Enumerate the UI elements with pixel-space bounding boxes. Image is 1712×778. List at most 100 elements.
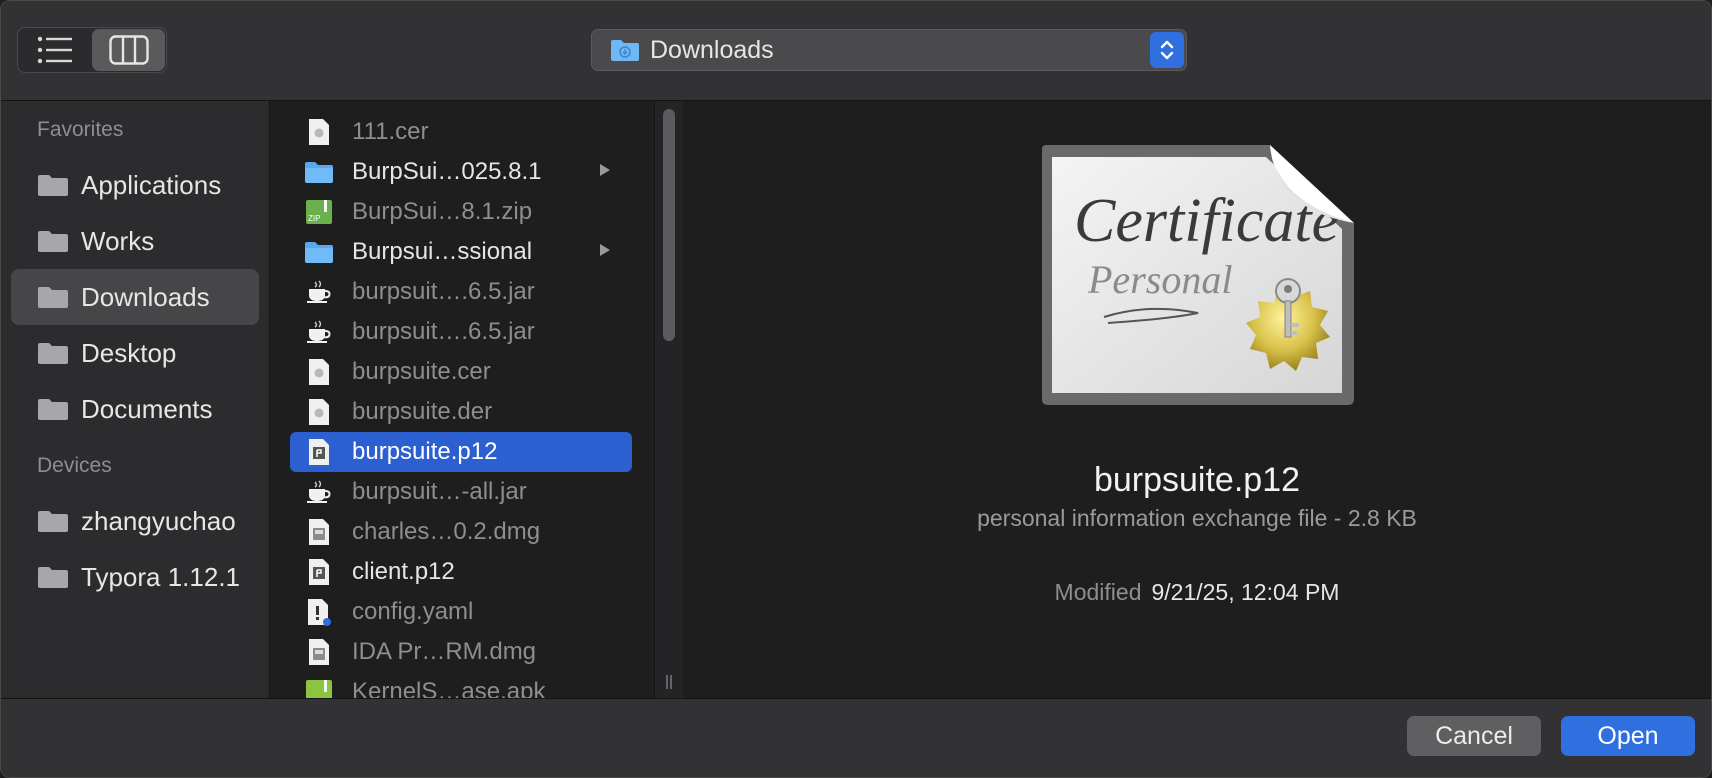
modified-label: Modified	[1054, 579, 1142, 605]
folder-icon	[38, 287, 68, 308]
file-name: burpsuite.der	[352, 398, 493, 425]
file-name: charles…0.2.dmg	[352, 518, 541, 545]
sidebar-item-label: Typora 1.12.1	[81, 561, 240, 592]
svg-text:ZIP: ZIP	[308, 214, 320, 223]
preview-pane: Certificate Personal burpsuite.p12 perso…	[683, 101, 1711, 698]
toolbar: Downloads	[1, 1, 1711, 101]
apk-file-icon	[306, 680, 332, 698]
folder-row[interactable]: Burpsui…ssional	[290, 232, 632, 272]
file-row[interactable]: config.yaml	[290, 592, 632, 632]
personal-word: Personal	[1087, 257, 1232, 302]
folder-icon	[38, 343, 68, 364]
p12-file-icon	[309, 439, 329, 465]
sidebar-item-downloads[interactable]: Downloads	[11, 269, 259, 325]
file-name: burpsuit…-all.jar	[352, 478, 527, 505]
modified-value: 9/21/25, 12:04 PM	[1151, 579, 1340, 605]
folder-icon	[305, 162, 333, 183]
cancel-button[interactable]: Cancel	[1407, 716, 1541, 756]
file-name: 111.cer	[352, 118, 429, 145]
file-name: burpsuite.cer	[352, 358, 491, 385]
location-name: Downloads	[650, 35, 774, 64]
file-row[interactable]: burpsuit….6.5.jar	[290, 272, 632, 312]
certificate-file-icon	[309, 359, 329, 385]
yaml-file-icon	[308, 599, 331, 626]
sidebar-item-label: zhangyuchao	[81, 505, 236, 536]
file-row[interactable]: ZIP BurpSui…8.1.zip	[290, 192, 632, 232]
location-stepper[interactable]	[1150, 32, 1184, 68]
sidebar-devices-header: Devices	[37, 454, 112, 477]
file-row-selected[interactable]: burpsuite.p12	[290, 432, 632, 472]
folder-icon	[305, 242, 333, 263]
file-name: burpsuit….6.5.jar	[352, 278, 535, 305]
file-name: BurpSui…8.1.zip	[352, 198, 533, 225]
sidebar: Favorites Applications Works Downloads D…	[1, 101, 270, 698]
file-row[interactable]: KernelS…ase.apk	[290, 672, 632, 698]
file-list-column: 111.cer BurpSui…025.8.1 ZIP BurpSui…8.1.…	[270, 101, 654, 698]
downloads-folder-icon	[611, 40, 639, 61]
sidebar-item-desktop[interactable]: Desktop	[11, 325, 259, 381]
dialog-button-bar: Cancel Open	[1, 698, 1711, 777]
scrollbar-thumb[interactable]	[663, 109, 675, 341]
list-view-button[interactable]	[18, 28, 91, 72]
file-name: burpsuite.p12	[352, 438, 498, 465]
file-list-scrollbar[interactable]	[654, 101, 684, 698]
file-name: BurpSui…025.8.1	[352, 158, 542, 185]
chevron-up-down-icon	[1160, 40, 1174, 60]
certificate-file-icon	[309, 119, 329, 145]
sidebar-item-label: Desktop	[81, 337, 177, 368]
file-row[interactable]: burpsuit…-all.jar	[290, 472, 632, 512]
folder-row[interactable]: BurpSui…025.8.1	[290, 152, 632, 192]
file-name: IDA Pr…RM.dmg	[352, 638, 537, 665]
file-name: burpsuit….6.5.jar	[352, 318, 535, 345]
file-name: client.p12	[352, 558, 455, 585]
file-row[interactable]: charles…0.2.dmg	[290, 512, 632, 552]
disk-image-icon	[309, 639, 329, 665]
file-name: Burpsui…ssional	[352, 238, 533, 265]
disclosure-arrow-icon	[600, 164, 610, 176]
open-button[interactable]: Open	[1561, 716, 1695, 756]
certificate-preview-image: Certificate Personal	[1038, 143, 1358, 412]
disclosure-arrow-icon	[600, 244, 610, 256]
file-row[interactable]: client.p12	[290, 552, 632, 592]
sidebar-item-zhangyuchao[interactable]: zhangyuchao	[11, 493, 259, 549]
sidebar-favorites-header: Favorites	[37, 118, 124, 141]
file-name: KernelS…ase.apk	[352, 678, 546, 698]
folder-icon	[38, 231, 68, 252]
column-view-button[interactable]	[92, 29, 165, 71]
sidebar-item-documents[interactable]: Documents	[11, 381, 259, 437]
folder-icon	[38, 567, 68, 588]
column-resize-grip-icon[interactable]	[664, 674, 674, 690]
java-jar-icon	[307, 480, 331, 503]
sidebar-item-label: Downloads	[81, 281, 210, 312]
java-jar-icon	[307, 280, 331, 303]
file-row[interactable]: IDA Pr…RM.dmg	[290, 632, 632, 672]
file-row[interactable]: 111.cer	[290, 112, 632, 152]
preview-modified: Modified 9/21/25, 12:04 PM	[683, 579, 1711, 606]
column-view-icon	[108, 35, 149, 65]
sidebar-item-label: Applications	[81, 169, 222, 200]
list-view-icon	[37, 36, 72, 64]
open-file-dialog: Downloads Favorites Applications Works D…	[0, 0, 1712, 778]
p12-file-icon	[309, 559, 329, 585]
sidebar-item-applications[interactable]: Applications	[11, 157, 259, 213]
sidebar-item-label: Documents	[81, 393, 213, 424]
file-name: config.yaml	[352, 598, 474, 625]
disk-image-icon	[309, 519, 329, 545]
sidebar-item-typora[interactable]: Typora 1.12.1	[11, 549, 259, 605]
folder-icon	[38, 511, 68, 532]
certificate-document-icon: Certificate Personal	[1042, 145, 1354, 405]
preview-file-kind: personal information exchange file - 2.8…	[977, 505, 1417, 531]
folder-icon	[38, 399, 68, 420]
sidebar-item-works[interactable]: Works	[11, 213, 259, 269]
java-jar-icon	[307, 320, 331, 343]
sidebar-item-label: Works	[81, 225, 155, 256]
location-popup[interactable]: Downloads	[591, 29, 1187, 71]
file-row[interactable]: burpsuite.der	[290, 392, 632, 432]
view-mode-toggle	[17, 27, 167, 73]
folder-icon	[38, 175, 68, 196]
zip-file-icon: ZIP	[306, 200, 332, 224]
certificate-file-icon	[309, 399, 329, 425]
file-row[interactable]: burpsuit….6.5.jar	[290, 312, 632, 352]
preview-file-name: burpsuite.p12	[1093, 461, 1301, 499]
file-row[interactable]: burpsuite.cer	[290, 352, 632, 392]
